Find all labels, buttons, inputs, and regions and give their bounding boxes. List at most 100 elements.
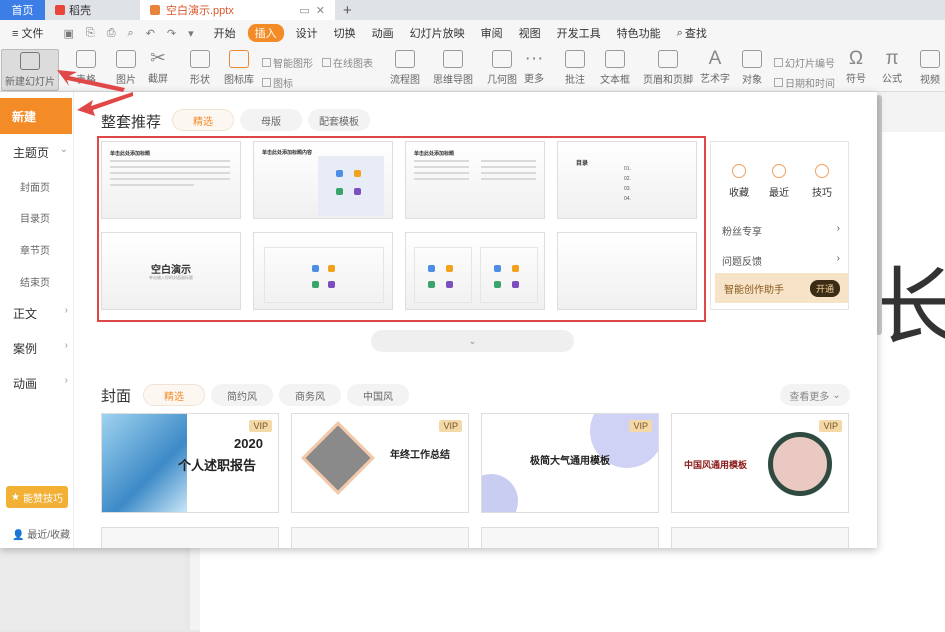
shape-label: 形状	[190, 75, 210, 86]
fans-row[interactable]: 粉丝专享 ›	[722, 223, 840, 238]
print-icon[interactable]: ⎙	[107, 27, 116, 40]
tab-file[interactable]: 空白演示.pptx ▭ ✕	[140, 0, 335, 20]
mindmap-button[interactable]: 思维导图	[433, 50, 473, 86]
cover-template-1[interactable]: VIP 2020 个人述职报告	[101, 413, 279, 513]
cover-template-5-partial[interactable]	[101, 527, 279, 548]
smart-graphic-label: 智能图形	[273, 59, 313, 70]
cover-template-4[interactable]: VIP 中国风通用模板	[671, 413, 849, 513]
menu-design[interactable]: 设计	[288, 25, 326, 41]
menu-insert[interactable]: 插入	[247, 24, 284, 42]
recent-button[interactable]: 最近	[769, 164, 789, 199]
new-slide-button[interactable]: 新建幻灯片	[1, 49, 59, 91]
sidebar-item-ending[interactable]: 结束页	[20, 274, 50, 289]
tips-card-button[interactable]: 技巧	[812, 164, 832, 199]
fav-button[interactable]: 收藏	[729, 164, 749, 199]
geometry-icon	[492, 50, 512, 68]
more-button[interactable]: ··· 更多	[524, 48, 544, 85]
geometry-label: 几何图	[487, 75, 517, 86]
online-chart-button[interactable]: 在线图表	[322, 55, 373, 70]
window-icon[interactable]: ▭	[299, 4, 309, 17]
chip-minimal[interactable]: 简约风	[211, 384, 273, 406]
icon-lib-button[interactable]: 图标库	[224, 50, 254, 86]
menu-file[interactable]: ≡ 文件	[4, 25, 51, 41]
symbol-button[interactable]: Ω 符号	[846, 48, 866, 85]
cover-template-7-partial[interactable]	[481, 527, 659, 548]
comment-button[interactable]: 批注	[565, 50, 585, 86]
sidebar-item-chapter[interactable]: 章节页	[20, 242, 50, 257]
smart-graphic-button[interactable]: 智能图形	[262, 55, 313, 70]
tab-home-label: 首页	[11, 5, 34, 17]
dropdown-icon[interactable]: ▾	[188, 27, 194, 40]
ai-assistant-banner[interactable]: 智能创作助手 开通	[715, 273, 848, 303]
new-tab-button[interactable]: +	[335, 0, 360, 20]
menu-review[interactable]: 审阅	[473, 25, 511, 41]
slide-number-button[interactable]: 幻灯片编号	[774, 55, 835, 70]
menu-animation[interactable]: 动画	[364, 25, 402, 41]
chevron-right-icon: ›	[836, 223, 840, 234]
sidebar-item-theme-page[interactable]: 主题页 ⌄	[13, 144, 68, 161]
recent-favorites-link[interactable]: 👤 最近/收藏	[12, 526, 70, 541]
search-box[interactable]: ⌕ 查找	[669, 25, 715, 41]
chevron-right-icon: ›	[64, 340, 68, 351]
fav-label: 收藏	[729, 188, 749, 199]
chip-master[interactable]: 母版	[240, 109, 302, 131]
tab-home[interactable]: 首页	[0, 0, 45, 20]
close-icon[interactable]: ✕	[316, 4, 325, 17]
object-button[interactable]: 对象	[742, 50, 762, 86]
sidebar-item-toc[interactable]: 目录页	[20, 210, 50, 225]
side-card: 收藏 最近 技巧 粉丝专享 › 问题反馈 › 智能创作助手 开通	[710, 141, 849, 310]
formula-button[interactable]: π 公式	[882, 49, 902, 85]
header-footer-button[interactable]: 页眉和页脚	[643, 50, 693, 86]
shape-button[interactable]: 形状	[190, 50, 210, 86]
preview-icon[interactable]: ⌕	[128, 27, 134, 40]
tips-button[interactable]: ★ 能赞技巧	[6, 486, 68, 508]
export-icon[interactable]: ⎘	[86, 27, 95, 40]
sidebar-item-animation[interactable]: 动画 ›	[13, 375, 68, 392]
cover-template-2[interactable]: VIP 年终工作总结	[291, 413, 469, 513]
chevron-right-icon: ›	[64, 375, 68, 386]
menu-special[interactable]: 特色功能	[609, 25, 669, 41]
menu-slideshow[interactable]: 幻灯片放映	[402, 25, 473, 41]
chip-business[interactable]: 商务风	[279, 384, 341, 406]
chip-selected[interactable]: 精选	[143, 384, 205, 406]
tab-docer[interactable]: 稻壳	[45, 0, 140, 20]
sidebar-item-cover[interactable]: 封面页	[20, 179, 50, 194]
sidebar-item-body[interactable]: 正文 ›	[13, 305, 68, 322]
sidebar-item-case[interactable]: 案例 ›	[13, 340, 68, 357]
menu-view[interactable]: 视图	[511, 25, 549, 41]
flowchart-icon	[395, 50, 415, 68]
menu-dev-tools[interactable]: 开发工具	[549, 25, 609, 41]
cover-template-8-partial[interactable]	[671, 527, 849, 548]
expand-more-button[interactable]: ⌄	[371, 330, 574, 352]
menu-bar: ≡ 文件 ▣ ⎘ ⎙ ⌕ ↶ ↷ ▾ 开始 插入 设计 切换 动画 幻灯片放映 …	[0, 20, 945, 46]
view-more-button[interactable]: 查看更多 ⌄	[780, 384, 850, 406]
textbox-button[interactable]: 文本框	[600, 50, 630, 86]
cover-template-6-partial[interactable]	[291, 527, 469, 548]
flowchart-button[interactable]: 流程图	[390, 50, 420, 86]
geometry-button[interactable]: 几何图	[487, 50, 517, 86]
menu-transition[interactable]: 切换	[326, 25, 364, 41]
feedback-row[interactable]: 问题反馈 ›	[722, 253, 840, 268]
chip-selected[interactable]: 精选	[172, 109, 234, 131]
more-icon: ···	[524, 48, 544, 69]
menu-start[interactable]: 开始	[206, 25, 244, 41]
more-label: 更多	[524, 74, 544, 85]
cover-template-3[interactable]: VIP 极简大气通用模板	[481, 413, 659, 513]
icon-button[interactable]: 图标	[262, 75, 293, 90]
body-label: 正文	[13, 307, 38, 321]
chevron-down-icon: ⌄	[59, 144, 68, 155]
screenshot-label: 截屏	[148, 74, 168, 85]
wordart-button[interactable]: A 艺术字	[700, 49, 730, 85]
chip-chinese-style[interactable]: 中国风	[347, 384, 409, 406]
omega-icon: Ω	[848, 48, 864, 69]
redo-icon[interactable]: ↷	[167, 27, 176, 40]
screenshot-button[interactable]: ✂ 截屏	[148, 49, 168, 85]
save-icon[interactable]: ▣	[63, 27, 73, 40]
feedback-label: 问题反馈	[722, 257, 762, 268]
video-button[interactable]: 视频	[920, 50, 940, 86]
tab-docer-label: 稻壳	[69, 5, 91, 17]
ai-open-button[interactable]: 开通	[809, 279, 840, 297]
datetime-button[interactable]: 日期和时间	[774, 75, 835, 90]
chip-matching-template[interactable]: 配套模板	[308, 109, 370, 131]
undo-icon[interactable]: ↶	[146, 27, 155, 40]
